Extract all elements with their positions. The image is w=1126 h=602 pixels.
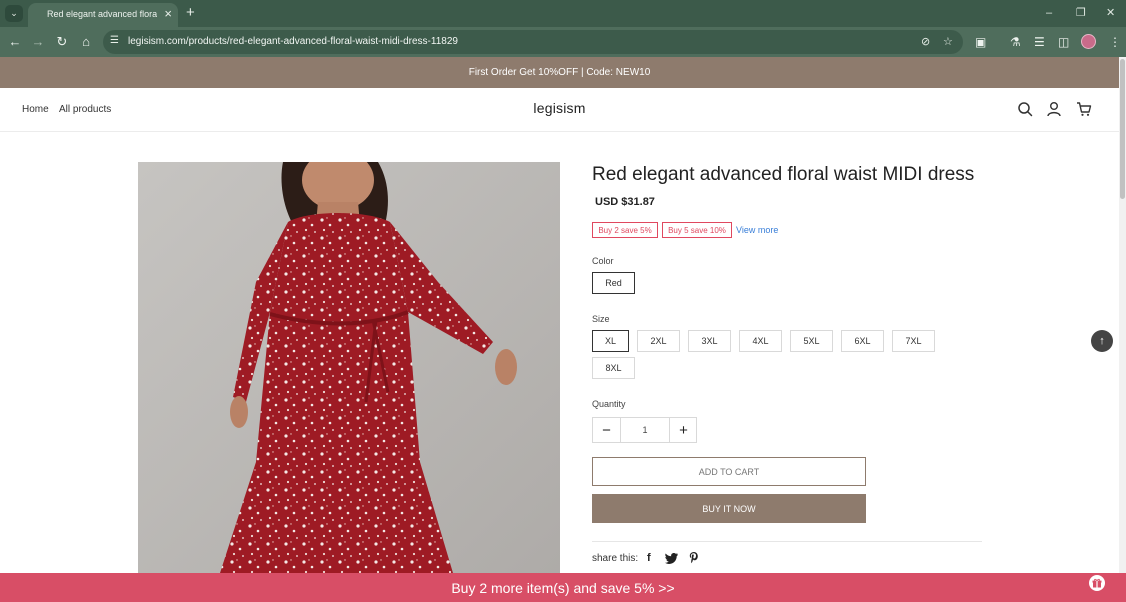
restore-icon[interactable]: ❐ — [1076, 6, 1086, 20]
size-option-2xl[interactable]: 2XL — [637, 330, 680, 352]
back-icon[interactable]: ← — [7, 34, 23, 50]
quantity-input[interactable]: 1 — [620, 418, 670, 442]
facebook-icon[interactable]: f — [647, 552, 651, 564]
plus-icon[interactable]: + — [670, 418, 697, 442]
avatar[interactable] — [1081, 34, 1096, 49]
minimize-icon[interactable]: – — [1046, 6, 1052, 20]
url-text[interactable]: legisism.com/products/red-elegant-advanc… — [128, 36, 458, 47]
promo-tag-buy5[interactable]: Buy 5 save 10% — [662, 222, 732, 238]
promo-tag-buy2[interactable]: Buy 2 save 5% — [592, 222, 658, 238]
divider — [592, 541, 982, 542]
browser-tab-strip: ⌄ Red elegant advanced floral wa × + – ❐… — [0, 0, 1126, 27]
close-window-icon[interactable]: ✕ — [1106, 6, 1115, 20]
plus-icon[interactable]: + — [186, 4, 195, 22]
size-label: Size — [592, 314, 610, 324]
color-option-red[interactable]: Red — [592, 272, 635, 294]
tab-list-icon[interactable]: ⌄ — [5, 5, 23, 22]
product-price: USD $31.87 — [595, 196, 655, 208]
cart-icon[interactable] — [1076, 101, 1092, 117]
star-icon[interactable]: ☆ — [943, 35, 953, 49]
store-header: Home All products legisism — [0, 88, 1119, 132]
announcement-bar: First Order Get 10%OFF | Code: NEW10 — [0, 57, 1119, 88]
tab-title: Red elegant advanced floral wa — [47, 9, 157, 19]
reload-icon[interactable]: ↻ — [54, 34, 70, 50]
color-label: Color — [592, 256, 614, 266]
pinterest-icon[interactable] — [689, 552, 699, 564]
size-option-6xl[interactable]: 6XL — [841, 330, 884, 352]
view-more-link[interactable]: View more — [736, 225, 778, 235]
labs-icon[interactable]: ⚗ — [1010, 34, 1021, 50]
eye-off-icon[interactable]: ⊘ — [921, 35, 930, 49]
store-logo[interactable]: legisism — [0, 100, 1119, 116]
twitter-icon[interactable] — [665, 553, 678, 564]
add-to-cart-button[interactable]: ADD TO CART — [592, 457, 866, 486]
buy-now-button[interactable]: BUY IT NOW — [592, 494, 866, 523]
quantity-stepper: − 1 + — [592, 417, 697, 443]
kebab-menu-icon[interactable]: ⋮ — [1109, 34, 1121, 50]
dress-photo — [138, 162, 560, 573]
home-icon[interactable]: ⌂ — [78, 34, 94, 50]
gift-icon[interactable] — [1089, 575, 1105, 591]
minus-icon[interactable]: − — [593, 418, 620, 442]
browser-tab[interactable]: Red elegant advanced floral wa × — [28, 3, 178, 27]
page-scrollbar[interactable] — [1119, 57, 1126, 602]
quantity-label: Quantity — [592, 399, 626, 409]
sidepanel-icon[interactable]: ◫ — [1058, 34, 1069, 50]
back-to-top-button[interactable]: ↑ — [1091, 330, 1113, 352]
product-image[interactable] — [138, 162, 560, 573]
size-option-xl[interactable]: XL — [592, 330, 629, 352]
size-option-3xl[interactable]: 3XL — [688, 330, 731, 352]
product-title: Red elegant advanced floral waist MIDI d… — [592, 164, 975, 185]
gift-glyph-icon — [1092, 578, 1102, 588]
forward-icon[interactable]: → — [30, 34, 46, 50]
address-bar[interactable]: ☰ legisism.com/products/red-elegant-adva… — [103, 30, 963, 54]
site-info-icon[interactable]: ☰ — [110, 35, 119, 46]
close-icon[interactable]: × — [164, 6, 172, 22]
size-option-5xl[interactable]: 5XL — [790, 330, 833, 352]
search-icon[interactable] — [1017, 101, 1033, 117]
scrollbar-thumb[interactable] — [1120, 59, 1125, 199]
media-icon[interactable]: ☰ — [1034, 34, 1045, 50]
bottom-promo-bar[interactable]: Buy 2 more item(s) and save 5% >> — [0, 573, 1126, 602]
account-icon[interactable] — [1046, 101, 1062, 117]
share-label: share this: — [592, 553, 639, 564]
size-option-7xl[interactable]: 7XL — [892, 330, 935, 352]
browser-toolbar: ← → ↻ ⌂ ☰ legisism.com/products/red-eleg… — [0, 27, 1126, 57]
size-option-4xl[interactable]: 4XL — [739, 330, 782, 352]
size-option-8xl[interactable]: 8XL — [592, 357, 635, 379]
extensions-icon[interactable]: ▣ — [975, 34, 986, 50]
